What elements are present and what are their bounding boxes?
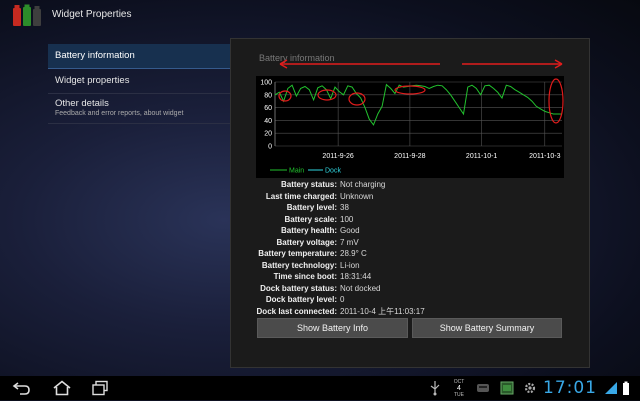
- x-tick-label: 2011-9-26: [322, 153, 354, 160]
- title-bar: Widget Properties: [0, 0, 640, 30]
- system-bar: OCT 4 TUE 17:01: [0, 376, 640, 400]
- info-row: Dock battery status: Not docked: [236, 283, 576, 295]
- info-value: 2011-10-4 上午11:03:17: [340, 306, 425, 316]
- info-value: Not docked: [340, 283, 381, 293]
- info-row: Battery scale: 100: [236, 214, 576, 226]
- info-label: Time since boot:: [273, 272, 337, 281]
- info-value: 7 mV: [340, 237, 359, 247]
- y-tick-label: 40: [264, 118, 272, 125]
- y-tick-label: 100: [260, 80, 272, 87]
- info-row: Dock last connected: 2011-10-4 上午11:03:17: [236, 306, 576, 318]
- info-row: Battery health: Good: [236, 225, 576, 237]
- nav-item-other-details[interactable]: Other details Feedback and error reports…: [48, 94, 232, 124]
- nav-item-label: Widget properties: [55, 75, 130, 86]
- settings-nav: Battery information Widget properties Ot…: [48, 44, 232, 124]
- info-label: Battery temperature:: [258, 249, 337, 258]
- main-series-line: [274, 83, 562, 126]
- x-tick-label: 2011-10-1: [466, 153, 498, 160]
- info-row: Battery temperature: 28.9° C: [236, 248, 576, 260]
- show-battery-summary-button[interactable]: Show Battery Summary: [412, 318, 562, 338]
- info-value: 18:31:44: [340, 272, 372, 281]
- info-label: Dock battery level:: [265, 295, 337, 304]
- app-title: Widget Properties: [52, 9, 132, 20]
- nav-item-battery-information[interactable]: Battery information: [48, 44, 232, 69]
- recent-apps-icon[interactable]: [90, 380, 110, 396]
- battery-chart: 100 80 60 40 20 0 2011-9-26 2011-9-28 2011-10-1 2…: [256, 76, 564, 178]
- usb-icon: [428, 380, 448, 396]
- battery-chart-svg: 100 80 60 40 20 0 2011-9-26 2011-9-28 2011-10-1 2…: [260, 78, 564, 175]
- info-label: Battery technology:: [261, 260, 337, 270]
- info-label: Battery health:: [280, 226, 337, 235]
- back-icon[interactable]: [12, 380, 32, 396]
- info-value: Li-ion: [340, 260, 360, 270]
- screenshot-icon: [500, 380, 520, 396]
- info-value: 0: [340, 295, 345, 304]
- info-row: Dock battery level: 0: [236, 294, 576, 306]
- info-label: Battery voltage:: [276, 237, 337, 247]
- annotation-circle: [548, 78, 564, 124]
- info-value: Unknown: [340, 191, 374, 201]
- info-value: Not charging: [340, 180, 386, 189]
- info-row: Battery level: 38: [236, 202, 576, 214]
- annotation-arrows: [279, 59, 563, 69]
- info-row: Battery voltage: 7 mV: [236, 237, 576, 249]
- info-value: 38: [340, 203, 349, 212]
- info-label: Battery status:: [280, 180, 337, 189]
- info-value: Good: [340, 226, 360, 235]
- info-value: 28.9° C: [340, 249, 367, 258]
- info-label: Last time charged:: [265, 191, 337, 201]
- legend-label-main: Main: [289, 168, 304, 175]
- info-label: Battery level:: [286, 203, 337, 212]
- keyboard-icon: [476, 380, 496, 396]
- battery-info-list: Battery status: Not charging Last time ch…: [236, 179, 576, 317]
- info-row: Time since boot: 18:31:44: [236, 271, 576, 283]
- nav-item-widget-properties[interactable]: Widget properties: [48, 69, 232, 94]
- info-row: Battery technology: Li-ion: [236, 260, 576, 272]
- legend-label-dock: Dock: [325, 168, 341, 175]
- home-icon[interactable]: [52, 380, 72, 396]
- info-label: Battery scale:: [284, 214, 337, 224]
- info-row: Last time charged: Unknown: [236, 191, 576, 203]
- y-tick-label: 80: [264, 92, 272, 99]
- nav-item-sublabel: Feedback and error reports, about widget: [55, 110, 184, 117]
- y-tick-label: 60: [264, 105, 272, 112]
- battery-widget-icon: [12, 4, 42, 28]
- y-tick-label: 0: [268, 144, 272, 151]
- info-row: Battery status: Not charging: [236, 179, 576, 191]
- settings-icon: [522, 380, 542, 396]
- y-tick-label: 20: [264, 131, 272, 138]
- date-widget: OCT 4 TUE: [453, 379, 465, 398]
- info-value: 100: [340, 214, 354, 224]
- info-label: Dock battery status:: [260, 283, 337, 293]
- status-clock: 17:01: [543, 378, 597, 398]
- nav-item-label: Battery information: [55, 50, 135, 61]
- date-day: 4: [457, 385, 461, 392]
- date-weekday: TUE: [454, 392, 464, 398]
- x-tick-label: 2011-10-3: [529, 153, 561, 160]
- battery-icon: [620, 380, 640, 396]
- nav-item-label: Other details: [55, 98, 109, 109]
- x-tick-label: 2011-9-28: [394, 153, 426, 160]
- info-label: Dock last connected:: [256, 306, 337, 316]
- show-battery-info-button[interactable]: Show Battery Info: [257, 318, 408, 338]
